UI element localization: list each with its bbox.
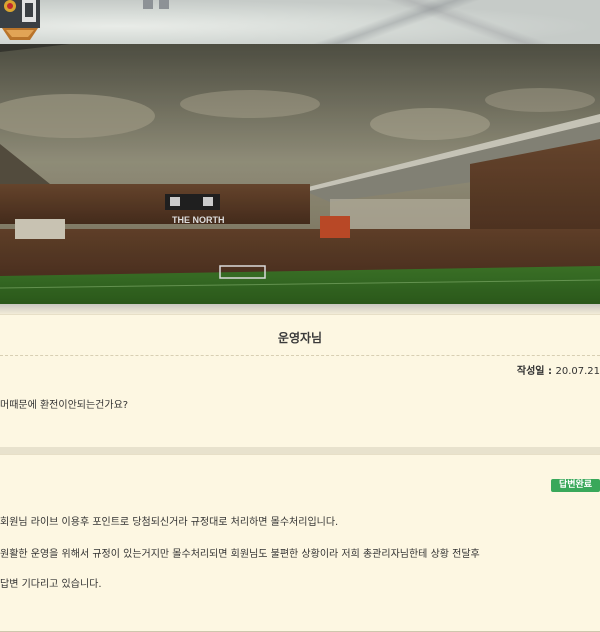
answer-line: 답변 기다리고 있습니다. xyxy=(0,579,102,590)
date-label: 작성일 : xyxy=(516,366,556,377)
question-body: 머때문에 환전이안되는건가요? xyxy=(0,400,129,411)
title-divider xyxy=(0,355,600,356)
answer-complete-badge: 답변완료 xyxy=(551,479,600,492)
answer-line: 회원님 라이브 이용후 포인트로 당첨되신거라 규정대로 처리하면 몰수처리입니… xyxy=(0,517,339,528)
date-value: 20.07.21 xyxy=(555,366,600,377)
stadium-banner-image: THE NORTH xyxy=(0,44,600,306)
banner-shadow xyxy=(0,304,600,314)
top-header xyxy=(0,0,600,44)
marble-texture xyxy=(240,0,600,44)
question-date: 작성일 : 20.07.21 xyxy=(517,362,600,377)
site-logo[interactable] xyxy=(0,0,40,44)
panel-separator xyxy=(0,447,600,454)
top-menu-icon[interactable] xyxy=(141,0,175,12)
question-title: 운영자님 xyxy=(277,331,323,345)
question-panel: 운영자님 작성일 : 20.07.21 머때문에 환전이안되는건가요? xyxy=(0,314,600,449)
answer-line: 원활한 운영을 위해서 규정이 있는거지만 몰수처리되면 회원님도 불편한 상황… xyxy=(0,549,480,560)
answer-panel: 답변완료 회원님 라이브 이용후 포인트로 당첨되신거라 규정대로 처리하면 몰… xyxy=(0,454,600,632)
stadium-illustration: THE NORTH xyxy=(0,44,600,306)
